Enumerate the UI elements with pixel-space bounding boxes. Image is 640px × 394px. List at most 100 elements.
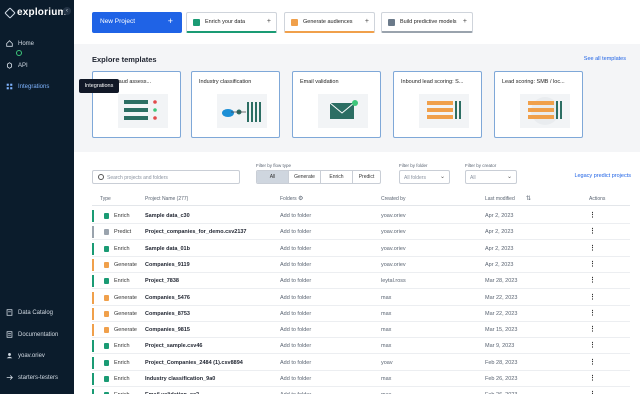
row-project-name[interactable]: Project_sample.csv46: [145, 343, 202, 349]
row-project-name[interactable]: Project_7838: [145, 278, 179, 284]
row-project-name[interactable]: Industry classification_9a0: [145, 376, 215, 382]
table-row[interactable]: Predict Project_companies_for_demo.csv213…: [92, 224, 630, 241]
logo[interactable]: explorium: [4, 6, 67, 19]
enrich-icon: [193, 19, 200, 26]
more-actions-icon[interactable]: ⋮: [589, 358, 596, 366]
flow-option-enrich[interactable]: Enrich: [321, 171, 353, 183]
folder-filter-dropdown[interactable]: All folders ⌄: [399, 170, 450, 184]
more-actions-icon[interactable]: ⋮: [589, 390, 596, 394]
row-project-name[interactable]: Sample data_01b: [145, 246, 190, 252]
more-actions-icon[interactable]: ⋮: [589, 260, 596, 268]
sidebar-item-api[interactable]: API: [6, 62, 28, 69]
chevron-down-icon: ⌄: [439, 174, 445, 180]
table-row[interactable]: Enrich Project_7838 Add to folder leytal.ro…: [92, 273, 630, 290]
table-row[interactable]: Enrich Industry classification_9a0 Add to …: [92, 371, 630, 387]
sidebar-item-user[interactable]: yoav.oriev: [6, 352, 45, 359]
enrich-icon: [104, 278, 109, 285]
legacy-predict-link[interactable]: Legacy predict projects: [574, 173, 631, 179]
sidebar-item-documentation[interactable]: Documentation: [6, 331, 58, 338]
generate-audiences-button[interactable]: Generate audiences +: [284, 12, 375, 33]
row-add-to-folder[interactable]: Add to folder: [280, 327, 311, 333]
sidebar-item-home[interactable]: Home: [6, 40, 34, 47]
table-row[interactable]: Generate Companies_9815 Add to folder max Ma…: [92, 322, 630, 339]
sidebar-item-org[interactable]: starters-testers: [6, 374, 58, 381]
brand-name: explorium: [17, 7, 67, 18]
row-project-name[interactable]: Project_Companies_2484 (1).csv8894: [145, 360, 243, 366]
row-project-name[interactable]: Companies_9815: [145, 327, 190, 333]
row-created-by: max: [381, 343, 392, 350]
sidebar-item-label: starters-testers: [18, 374, 59, 381]
sidebar-item-data-catalog[interactable]: Data Catalog: [6, 309, 53, 316]
table-row[interactable]: Generate Companies_5476 Add to folder max Ma…: [92, 290, 630, 306]
row-project-name[interactable]: Companies_8753: [145, 311, 190, 317]
more-actions-icon[interactable]: ⋮: [589, 227, 596, 235]
new-project-button[interactable]: New Project +: [92, 12, 182, 33]
more-actions-icon[interactable]: ⋮: [589, 374, 596, 382]
folder-filter-value: All folders: [404, 174, 426, 181]
search-input[interactable]: Search projects and folders: [92, 170, 240, 184]
row-project-name[interactable]: Companies_5476: [145, 295, 190, 301]
row-last-modified: Mar 9, 2023: [485, 343, 515, 350]
enrich-icon: [104, 376, 109, 382]
template-card-email[interactable]: Email validation: [292, 71, 381, 138]
see-all-templates-link[interactable]: See all templates: [584, 56, 626, 62]
flow-option-predict[interactable]: Predict: [353, 171, 380, 183]
sort-icon[interactable]: ⇅: [526, 195, 531, 202]
enrich-data-button[interactable]: Enrich your data +: [186, 12, 277, 33]
row-created-by: leytal.ross: [381, 278, 406, 285]
row-add-to-folder[interactable]: Add to folder: [280, 229, 311, 235]
row-created-by: max: [381, 294, 392, 301]
row-type: Enrich: [114, 359, 130, 366]
collapse-sidebar-button[interactable]: ‹: [63, 7, 71, 15]
template-card-inbound-lead[interactable]: Inbound lead scoring: S...: [393, 71, 482, 138]
row-project-name[interactable]: Project_companies_for_demo.csv2137: [145, 229, 247, 235]
column-name[interactable]: Project Name (277): [145, 196, 188, 202]
type-indicator: [92, 258, 94, 271]
type-indicator: [92, 242, 94, 255]
build-predictive-models-button[interactable]: Build predictive models +: [381, 12, 473, 33]
flow-option-all[interactable]: All: [257, 171, 289, 183]
more-actions-icon[interactable]: ⋮: [589, 293, 596, 301]
row-add-to-folder[interactable]: Add to folder: [280, 295, 311, 301]
table-row[interactable]: Generate Companies_9119 Add to folder yoav.…: [92, 257, 630, 273]
table-row[interactable]: EnrichEmail validation_cc2Add to folderm…: [92, 387, 630, 394]
integrations-icon: [6, 83, 13, 90]
template-card-smb-lead[interactable]: Lead scoring: SMB / loc...: [494, 71, 583, 138]
plus-icon: +: [167, 16, 173, 26]
row-add-to-folder[interactable]: Add to folder: [280, 246, 311, 252]
search-placeholder: Search projects and folders: [107, 174, 168, 181]
more-actions-icon[interactable]: ⋮: [589, 341, 596, 349]
type-indicator: [92, 389, 94, 394]
flow-option-generate[interactable]: Generate: [289, 171, 321, 183]
row-add-to-folder[interactable]: Add to folder: [280, 278, 311, 284]
column-last-modified[interactable]: Last modified: [485, 196, 515, 202]
more-actions-icon[interactable]: ⋮: [589, 309, 596, 317]
row-add-to-folder[interactable]: Add to folder: [280, 311, 311, 317]
sidebar-item-label: Home: [18, 40, 35, 47]
creator-filter-dropdown[interactable]: All ⌄: [465, 170, 517, 184]
table-row[interactable]: Enrich Project_sample.csv46 Add to folder m…: [92, 338, 630, 355]
api-icon: [6, 62, 13, 69]
more-actions-icon[interactable]: ⋮: [589, 211, 596, 219]
sidebar-item-integrations[interactable]: Integrations: [6, 83, 49, 90]
settings-icon[interactable]: ⚙: [298, 195, 303, 202]
template-title: Email validation: [300, 79, 339, 85]
template-card-industry[interactable]: Industry classification: [191, 71, 280, 138]
row-add-to-folder[interactable]: Add to folder: [280, 360, 311, 366]
table-row[interactable]: Enrich Sample data_c30 Add to folder yoav.o…: [92, 208, 630, 224]
more-actions-icon[interactable]: ⋮: [589, 276, 596, 284]
row-add-to-folder[interactable]: Add to folder: [280, 376, 311, 382]
more-actions-icon[interactable]: ⋮: [589, 244, 596, 252]
row-add-to-folder[interactable]: Add to folder: [280, 343, 311, 349]
enrich-icon: [104, 245, 109, 252]
row-project-name[interactable]: Companies_9119: [145, 262, 190, 268]
row-created-by: yoav.oriev: [381, 245, 406, 252]
type-indicator: [92, 291, 94, 304]
row-project-name[interactable]: Sample data_c30: [145, 213, 190, 219]
row-add-to-folder[interactable]: Add to folder: [280, 213, 311, 219]
table-row[interactable]: Generate Companies_8753 Add to folder max Ma…: [92, 306, 630, 322]
table-row[interactable]: Enrich Project_Companies_2484 (1).csv8894…: [92, 355, 630, 371]
more-actions-icon[interactable]: ⋮: [589, 325, 596, 333]
table-row[interactable]: Enrich Sample data_01b Add to folder yoav.o…: [92, 241, 630, 257]
row-add-to-folder[interactable]: Add to folder: [280, 262, 311, 268]
